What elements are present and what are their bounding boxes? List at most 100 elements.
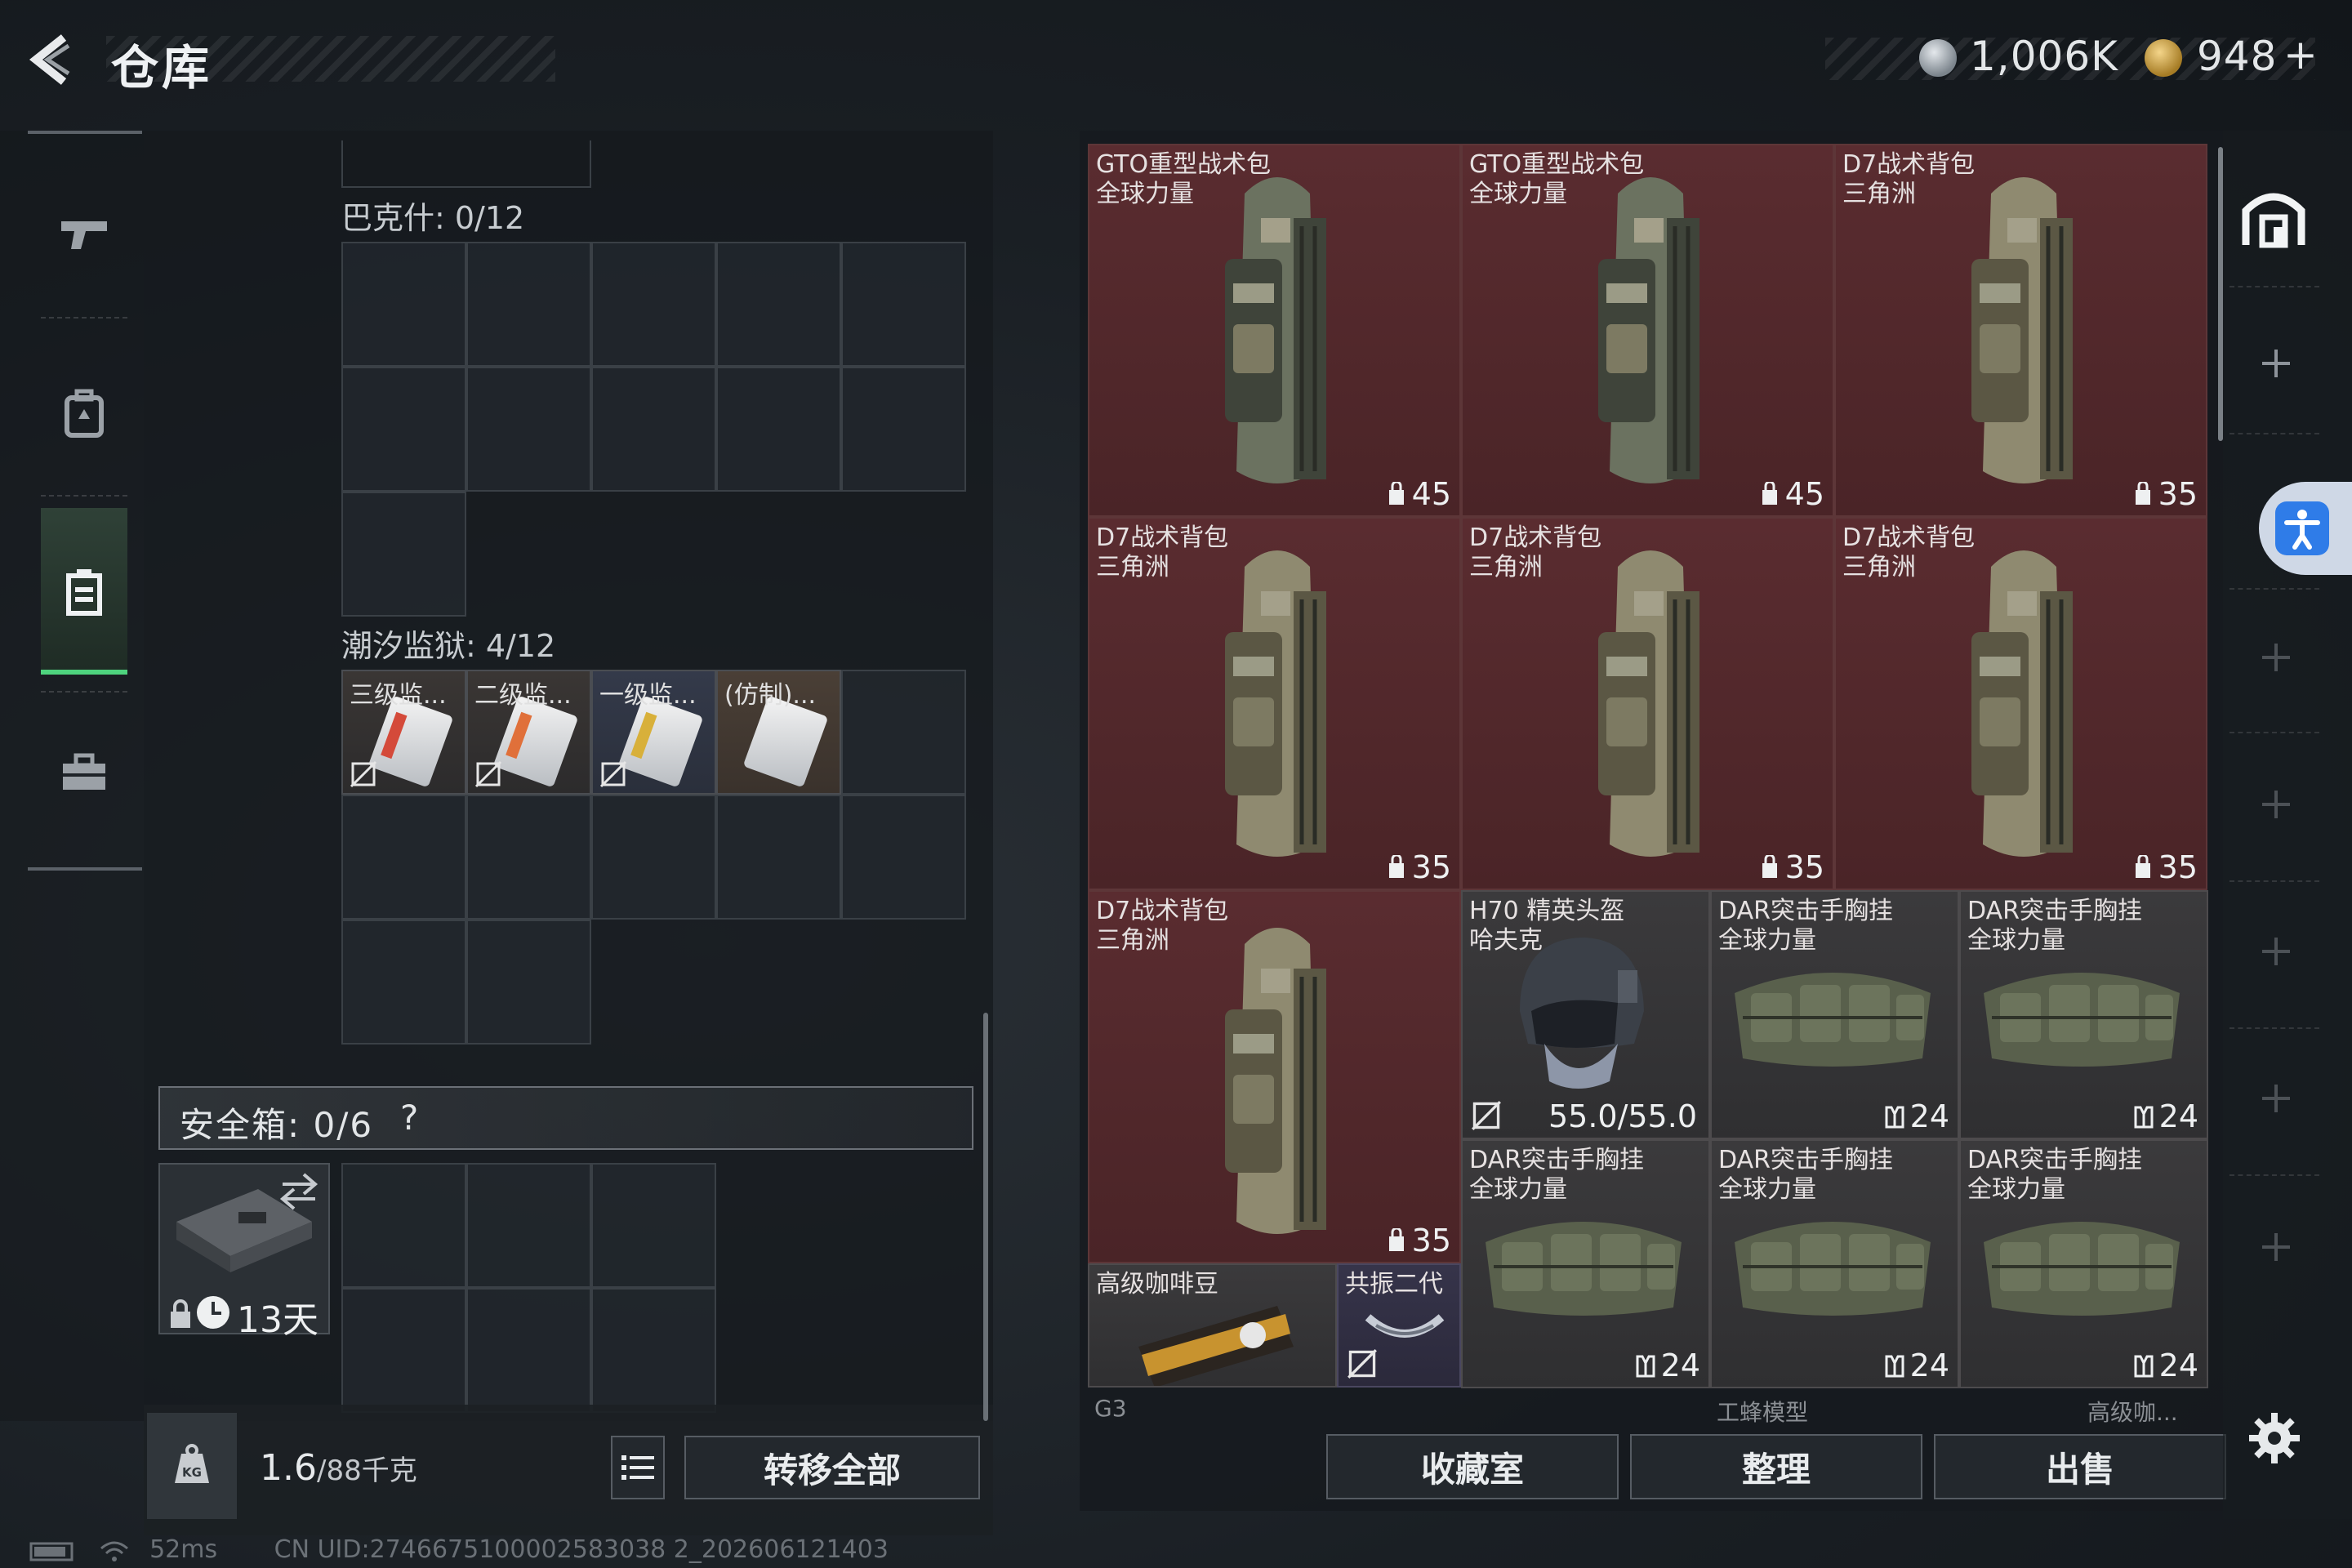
empty-slot[interactable] bbox=[466, 367, 591, 492]
inventory-item-backpack[interactable]: GTO重型战术包 全球力量 45 bbox=[1461, 144, 1834, 517]
add-container-button[interactable] bbox=[2259, 640, 2293, 675]
collection-room-button[interactable]: 收藏室 bbox=[1326, 1434, 1619, 1499]
inventory-scrollbar[interactable] bbox=[2218, 147, 2223, 441]
rail-separator bbox=[2230, 286, 2319, 287]
rig-capacity-icon bbox=[2134, 1106, 2154, 1129]
briefcase-icon bbox=[63, 753, 105, 790]
storage-scrollbar[interactable] bbox=[983, 1013, 988, 1421]
inventory-item-backpack[interactable]: D7战术背包 三角洲 35 bbox=[1088, 890, 1461, 1263]
capacity-icon bbox=[1388, 855, 1404, 878]
inventory-item-rig[interactable]: DAR突击手胸挂 全球力量 24 bbox=[1959, 1139, 2208, 1388]
lock-icon bbox=[171, 1299, 190, 1328]
capacity-value: 24 bbox=[2158, 1098, 2198, 1134]
capacity-icon bbox=[1762, 482, 1777, 505]
item-capacity: 35 bbox=[2132, 476, 2198, 512]
backpack-image bbox=[1598, 177, 1699, 483]
add-container-button[interactable] bbox=[2259, 1081, 2293, 1116]
inventory-item-backpack[interactable]: D7战术背包 三角洲 35 bbox=[1834, 517, 2207, 890]
item-capacity: 35 bbox=[1386, 849, 1451, 885]
empty-slot[interactable] bbox=[341, 1163, 466, 1288]
key-card-item[interactable]: 二级监... bbox=[466, 670, 591, 795]
empty-slot[interactable] bbox=[591, 242, 716, 367]
add-container-button[interactable] bbox=[2259, 934, 2293, 969]
empty-slot[interactable] bbox=[341, 795, 466, 920]
empty-slot[interactable] bbox=[841, 795, 966, 920]
rail-top-line bbox=[28, 131, 142, 134]
item-name: DAR突击手胸挂 全球力量 bbox=[1469, 1146, 1644, 1205]
weight-capacity: /88千克 bbox=[316, 1454, 417, 1487]
settings-button[interactable] bbox=[2247, 1411, 2301, 1468]
inventory-item-resonator[interactable]: 共振二代 bbox=[1337, 1263, 1461, 1388]
empty-slot[interactable] bbox=[716, 795, 841, 920]
empty-slot[interactable] bbox=[341, 492, 466, 617]
help-button[interactable]: ? bbox=[400, 1098, 418, 1138]
empty-slot[interactable] bbox=[466, 1288, 591, 1413]
rig-capacity-icon bbox=[1885, 1355, 1904, 1378]
sell-button[interactable]: 出售 bbox=[1934, 1434, 2226, 1499]
empty-slot[interactable] bbox=[716, 367, 841, 492]
empty-slot[interactable] bbox=[591, 1163, 716, 1288]
back-button[interactable] bbox=[24, 31, 82, 88]
inventory-item-helmet[interactable]: H70 精英头盔 哈夫克 55.0/55.0 bbox=[1461, 890, 1710, 1139]
rail-separator bbox=[2230, 732, 2319, 733]
key-card-item[interactable]: 一级监... bbox=[591, 670, 716, 795]
empty-slot[interactable] bbox=[591, 367, 716, 492]
rail-item-weapons[interactable] bbox=[41, 160, 127, 307]
empty-slot[interactable] bbox=[341, 920, 466, 1045]
empty-slot[interactable] bbox=[466, 242, 591, 367]
empty-slot[interactable] bbox=[591, 795, 716, 920]
add-container-button[interactable] bbox=[2259, 1230, 2293, 1264]
transfer-all-button[interactable]: 转移全部 bbox=[684, 1436, 980, 1499]
rail-item-toolbox[interactable] bbox=[41, 699, 127, 846]
item-capacity: 24 bbox=[1635, 1348, 1700, 1383]
coffee-bag-image bbox=[1138, 1306, 1294, 1386]
inventory-item-backpack[interactable]: GTO重型战术包 全球力量 45 bbox=[1088, 144, 1461, 517]
empty-slot[interactable] bbox=[341, 367, 466, 492]
item-name: D7战术背包 三角洲 bbox=[1842, 150, 1975, 209]
item-name-line1: H70 精英头盔 bbox=[1469, 897, 1625, 925]
weight-readout: 1.6/88千克 bbox=[260, 1447, 417, 1489]
item-name-line1: DAR突击手胸挂 bbox=[1718, 897, 1893, 925]
empty-slot[interactable] bbox=[841, 670, 966, 795]
key-card-item[interactable]: (仿制)... bbox=[716, 670, 841, 795]
capacity-icon bbox=[2135, 855, 2150, 878]
gun-icon bbox=[61, 221, 107, 249]
empty-slot[interactable] bbox=[591, 1288, 716, 1413]
item-brand: 全球力量 bbox=[1718, 1175, 1816, 1204]
add-currency-button[interactable]: + bbox=[2283, 31, 2319, 78]
key-card-item[interactable]: 三级监... bbox=[341, 670, 466, 795]
sort-button[interactable]: 整理 bbox=[1630, 1434, 1922, 1499]
inventory-item-rig[interactable]: DAR突击手胸挂 全球力量 24 bbox=[1710, 1139, 1959, 1388]
capacity-icon bbox=[1762, 855, 1777, 878]
inventory-item-coffee[interactable]: 高级咖啡豆 bbox=[1088, 1263, 1337, 1388]
empty-slot[interactable] bbox=[841, 367, 966, 492]
empty-slot[interactable] bbox=[341, 1288, 466, 1413]
section-label-tide-prison: 潮汐监狱: 4/12 bbox=[341, 628, 556, 664]
inventory-item-backpack[interactable]: D7战术背包 三角洲 35 bbox=[1461, 517, 1834, 890]
empty-slot[interactable] bbox=[466, 920, 591, 1045]
add-container-button[interactable] bbox=[2259, 346, 2293, 381]
empty-slot[interactable] bbox=[841, 242, 966, 367]
no-trade-icon bbox=[599, 760, 627, 788]
item-name-line1: D7战术背包 bbox=[1096, 897, 1229, 925]
inventory-item-backpack[interactable]: D7战术背包 三角洲 35 bbox=[1088, 517, 1461, 890]
list-view-button[interactable] bbox=[611, 1436, 665, 1499]
item-name: D7战术背包 三角洲 bbox=[1096, 523, 1228, 582]
empty-slot[interactable] bbox=[341, 242, 466, 367]
rig-capacity-icon bbox=[2134, 1355, 2154, 1378]
inventory-item-rig[interactable]: DAR突击手胸挂 全球力量 24 bbox=[1959, 890, 2208, 1139]
inventory-item-backpack[interactable]: D7战术背包 三角洲 35 bbox=[1834, 144, 2207, 517]
empty-slot[interactable] bbox=[716, 242, 841, 367]
inventory-item-rig[interactable]: DAR突击手胸挂 全球力量 24 bbox=[1461, 1139, 1710, 1388]
container-rail-home[interactable] bbox=[2241, 186, 2306, 252]
rail-item-equipment[interactable] bbox=[41, 340, 127, 487]
empty-slot[interactable] bbox=[466, 795, 591, 920]
safe-case-icon bbox=[176, 1173, 318, 1272]
empty-slot[interactable] bbox=[466, 1163, 591, 1288]
add-container-button[interactable] bbox=[2259, 787, 2293, 822]
bakshi-grid bbox=[341, 242, 966, 492]
partial-item-label: G3 bbox=[1094, 1395, 1127, 1422]
item-capacity: 45 bbox=[1759, 476, 1824, 512]
coin-amount: 1,006K bbox=[1970, 33, 2118, 80]
inventory-item-rig[interactable]: DAR突击手胸挂 全球力量 24 bbox=[1710, 890, 1959, 1139]
